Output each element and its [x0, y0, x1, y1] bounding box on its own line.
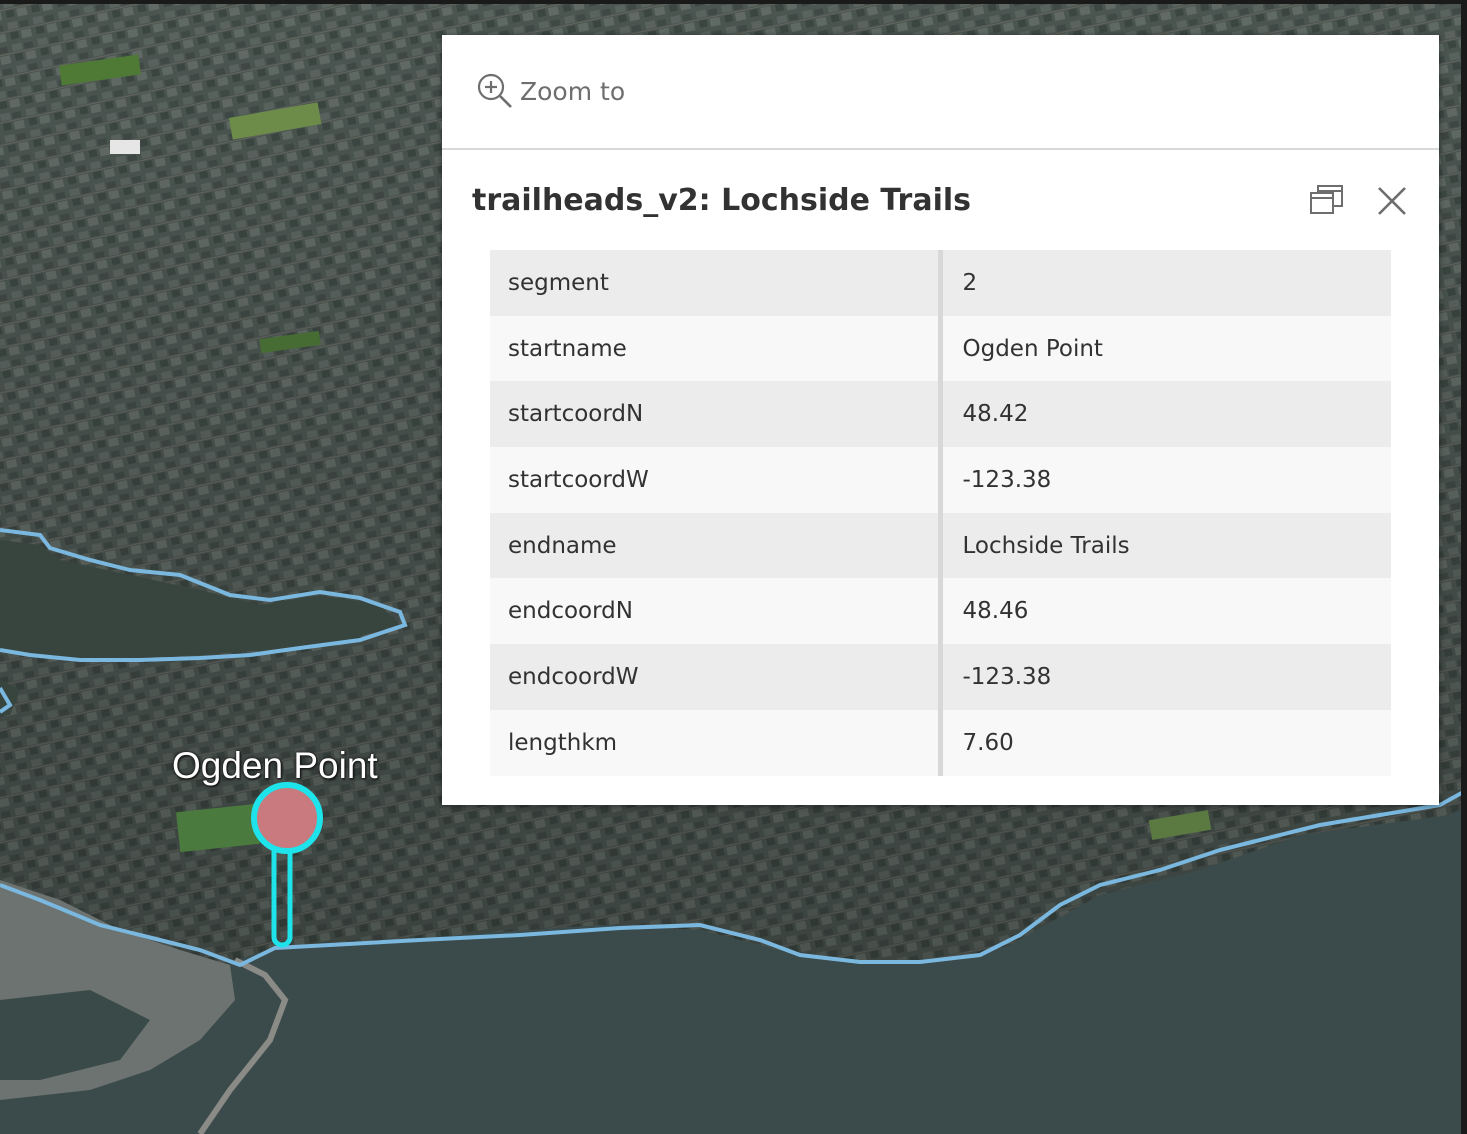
close-icon [1378, 187, 1406, 215]
field-name: lengthkm [490, 709, 943, 776]
popup-action-bar: Zoom to [442, 35, 1439, 150]
field-name: endcoordN [490, 578, 943, 645]
zoom-to-button[interactable]: Zoom to [476, 71, 625, 111]
table-row: endcoordW -123.38 [490, 644, 1391, 710]
window-right-border [1461, 0, 1467, 1134]
attribute-table: segment 2 startname Ogden Point startcoordN 4… [490, 250, 1391, 776]
table-row: startcoordW -123.38 [490, 447, 1391, 513]
dock-button[interactable] [1307, 181, 1347, 221]
field-value: 48.46 [940, 578, 1391, 645]
table-row: startcoordN 48.42 [490, 381, 1391, 448]
window-top-border [0, 0, 1467, 4]
zoom-in-icon [476, 72, 514, 110]
zoom-to-label: Zoom to [520, 76, 626, 106]
field-name: endname [490, 512, 943, 579]
field-value: 7.60 [940, 709, 1391, 776]
place-label-ogden-point: Ogden Point [172, 745, 378, 786]
feature-popup: Zoom to trailheads_v2: Lochside Trails s… [442, 35, 1439, 805]
table-row: endname Lochside Trails [490, 512, 1391, 579]
field-name: startcoordW [490, 447, 943, 513]
table-row: lengthkm 7.60 [490, 709, 1391, 776]
field-name: endcoordW [490, 644, 943, 710]
field-value: -123.38 [940, 447, 1391, 513]
table-row: endcoordN 48.46 [490, 578, 1391, 645]
popup-header: trailheads_v2: Lochside Trails [472, 183, 1412, 223]
field-value: 48.42 [940, 381, 1391, 448]
close-button[interactable] [1372, 181, 1412, 221]
field-value: 2 [940, 250, 1391, 316]
dock-icon [1310, 185, 1343, 214]
field-value: Ogden Point [940, 315, 1391, 382]
field-name: startname [490, 315, 943, 382]
field-value: -123.38 [940, 644, 1391, 710]
table-row: startname Ogden Point [490, 315, 1391, 382]
field-name: segment [490, 250, 943, 316]
field-name: startcoordN [490, 381, 943, 448]
table-row: segment 2 [490, 250, 1391, 316]
field-value: Lochside Trails [940, 512, 1391, 579]
popup-title: trailheads_v2: Lochside Trails [472, 183, 971, 218]
